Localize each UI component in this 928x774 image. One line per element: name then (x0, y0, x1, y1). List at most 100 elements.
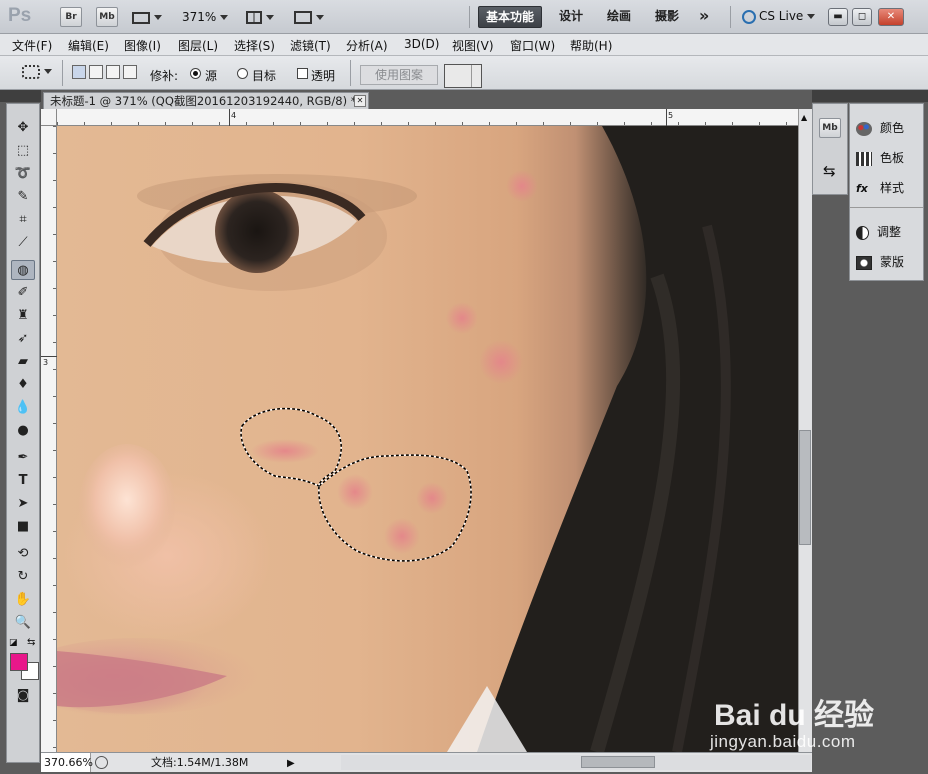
title-bar: Ps Br Mb 371% 基本功能 设计 绘画 摄影 » CS Live ▬ … (0, 0, 928, 34)
menu-3d[interactable]: 3D(D) (404, 37, 439, 51)
pen-tool-icon[interactable]: ✒ (11, 448, 35, 468)
type-tool-icon[interactable]: T (11, 471, 35, 491)
vertical-ruler[interactable]: 3 (41, 126, 57, 752)
destination-radio[interactable] (237, 68, 248, 79)
divider (730, 6, 731, 28)
menu-help[interactable]: 帮助(H) (570, 37, 612, 54)
divider (850, 207, 923, 208)
maximize-icon: ◻ (857, 11, 867, 22)
toolbar-header[interactable] (0, 90, 41, 102)
close-icon: ✕ (886, 11, 896, 22)
workspace-essentials[interactable]: 基本功能 (478, 6, 543, 28)
menu-analysis[interactable]: 分析(A) (346, 37, 388, 54)
crop-tool-icon[interactable]: ⌗ (11, 210, 35, 230)
patch-label: 修补: (150, 69, 179, 83)
horizontal-scroll-thumb[interactable] (581, 756, 655, 768)
quick-selection-tool-icon[interactable]: ✎ (11, 187, 35, 207)
masks-panel-tab[interactable]: 蒙版 (856, 250, 920, 274)
move-tool-icon[interactable]: ✥ (11, 118, 35, 138)
palette-icon (856, 121, 872, 136)
screen-mode-icon (294, 11, 312, 24)
add-selection-icon[interactable] (89, 65, 103, 79)
patch-tool-icon (22, 64, 40, 79)
dodge-tool-icon[interactable]: ● (11, 421, 35, 441)
blur-tool-icon[interactable]: 💧 (11, 398, 35, 418)
transparent-checkbox[interactable] (297, 68, 308, 79)
paint-bucket-tool-icon[interactable]: ♦ (11, 375, 35, 395)
clock-icon[interactable] (95, 756, 108, 769)
intersect-selection-icon[interactable] (123, 65, 137, 79)
tool-preset-picker[interactable] (22, 64, 52, 79)
arrange-documents-dropdown[interactable] (246, 10, 274, 24)
marquee-tool-icon[interactable]: ⬚ (11, 141, 35, 161)
workspace-painting[interactable]: 绘画 (600, 6, 638, 28)
bridge-button[interactable]: Br (60, 7, 82, 27)
close-document-button[interactable]: ✕ (354, 95, 366, 107)
vertical-scroll-thumb[interactable] (799, 430, 811, 545)
horizontal-ruler[interactable]: 4 5 (57, 109, 798, 126)
workspace-photography[interactable]: 摄影 (648, 6, 686, 28)
menu-file[interactable]: 文件(F) (12, 37, 52, 54)
close-window-button[interactable]: ✕ (878, 8, 904, 26)
document-canvas[interactable] (57, 126, 798, 752)
masks-panel-label: 蒙版 (880, 255, 905, 269)
scroll-up-icon[interactable]: ▲ (801, 113, 807, 122)
menu-edit[interactable]: 编辑(E) (68, 37, 109, 54)
menu-bar: 文件(F) 编辑(E) 图像(I) 图层(L) 选择(S) 滤镜(T) 分析(A… (0, 34, 928, 56)
more-workspaces-button[interactable]: » (692, 6, 716, 28)
minimize-button[interactable]: ▬ (828, 8, 848, 26)
subtract-selection-icon[interactable] (106, 65, 120, 79)
maximize-button[interactable]: ◻ (852, 8, 872, 26)
ruler-origin[interactable] (41, 109, 57, 126)
dock-header[interactable] (812, 90, 928, 102)
cs-live-button[interactable]: CS Live (742, 9, 816, 24)
brush-tool-icon[interactable]: ✐ (11, 283, 35, 303)
history-panel-icon[interactable]: ⇆ (823, 162, 836, 180)
adjustments-panel-tab[interactable]: 调整 (856, 220, 920, 244)
view-extras-dropdown[interactable] (132, 10, 162, 24)
chevron-down-icon (471, 65, 481, 87)
source-radio[interactable] (190, 68, 201, 79)
patch-tool-icon[interactable]: ◍ (11, 260, 35, 280)
path-selection-tool-icon[interactable]: ➤ (11, 494, 35, 514)
zoom-tool-icon[interactable]: 🔍 (11, 613, 35, 633)
menu-window[interactable]: 窗口(W) (510, 37, 555, 54)
document-tab[interactable]: 未标题-1 @ 371% (QQ截图20161203192440, RGB/8)… (43, 92, 369, 109)
use-pattern-button[interactable]: 使用图案 (360, 65, 438, 85)
history-brush-tool-icon[interactable]: ➶ (11, 329, 35, 349)
menu-layer[interactable]: 图层(L) (178, 37, 218, 54)
ruler-major-tick (229, 109, 230, 126)
swatches-panel-tab[interactable]: 色板 (856, 146, 920, 170)
foreground-color-swatch[interactable] (10, 653, 28, 671)
clone-stamp-tool-icon[interactable]: ♜ (11, 306, 35, 326)
mini-bridge-panel-button[interactable]: Mb (819, 118, 841, 138)
3d-rotate-tool-icon[interactable]: ⟲ (11, 544, 35, 564)
status-zoom-field[interactable]: 370.66% (41, 753, 93, 772)
status-menu-arrow-icon[interactable]: ▶ (287, 754, 295, 773)
default-colors-icon[interactable]: ◪ (9, 638, 18, 648)
zoom-level-dropdown[interactable]: 371% (182, 10, 229, 24)
chevron-down-icon (266, 15, 274, 20)
menu-image[interactable]: 图像(I) (124, 37, 161, 54)
lasso-tool-icon[interactable]: ➰ (11, 164, 35, 184)
eyedropper-tool-icon[interactable]: ⟋ (11, 233, 35, 253)
styles-panel-tab[interactable]: fx 样式 (856, 176, 920, 200)
swap-colors-icon[interactable]: ⇆ (27, 637, 35, 648)
workspace-design[interactable]: 设计 (552, 6, 590, 28)
3d-orbit-tool-icon[interactable]: ↻ (11, 567, 35, 587)
color-panel-tab[interactable]: 颜色 (856, 116, 920, 140)
quick-mask-icon[interactable]: ◙ (11, 686, 35, 706)
screen-mode-dropdown[interactable] (294, 10, 324, 24)
menu-select[interactable]: 选择(S) (234, 37, 275, 54)
menu-filter[interactable]: 滤镜(T) (290, 37, 331, 54)
mini-bridge-button[interactable]: Mb (96, 7, 118, 27)
new-selection-icon[interactable] (72, 65, 86, 79)
hand-tool-icon[interactable]: ✋ (11, 590, 35, 610)
pattern-picker[interactable] (444, 64, 482, 88)
cs-live-icon (742, 9, 756, 24)
rectangle-tool-icon[interactable]: ■ (11, 517, 35, 537)
tools-panel: ✥ ⬚ ➰ ✎ ⌗ ⟋ ◍ ✐ ♜ ➶ ▰ ♦ 💧 ● ✒ T ➤ ■ ⟲ ↻ … (6, 103, 40, 763)
divider (62, 60, 63, 86)
eraser-tool-icon[interactable]: ▰ (11, 352, 35, 372)
menu-view[interactable]: 视图(V) (452, 37, 494, 54)
